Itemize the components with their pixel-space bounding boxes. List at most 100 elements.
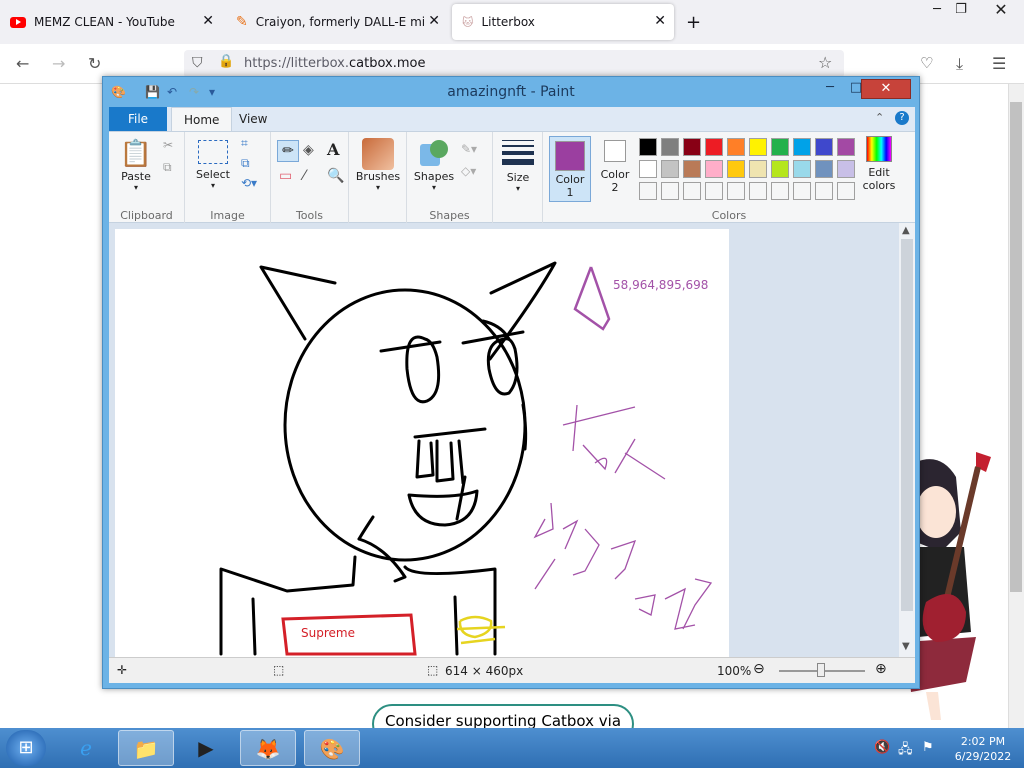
palette-swatch[interactable] — [683, 160, 701, 178]
back-arrow-icon[interactable]: ← — [16, 54, 29, 73]
system-clock[interactable]: 2:02 PM 6/29/2022 — [950, 734, 1016, 764]
shield-icon[interactable]: ⛉ — [192, 55, 203, 71]
paint-taskbar-icon[interactable]: 🎨 — [304, 730, 360, 766]
palette-swatch[interactable] — [661, 160, 679, 178]
browser-restore-button[interactable]: ❐ — [944, 0, 978, 22]
start-button[interactable]: ⊞ — [6, 730, 46, 766]
shapes-button[interactable]: Shapes ▾ — [411, 138, 457, 192]
network-icon[interactable]: 🖧 — [898, 740, 913, 762]
color1-button[interactable]: Color 1 — [549, 136, 591, 202]
custom-color-slot[interactable] — [727, 182, 745, 200]
file-explorer-icon[interactable]: 📁 — [118, 730, 174, 766]
paint-close-button[interactable]: ✕ — [861, 79, 911, 99]
help-icon[interactable]: ? — [895, 111, 909, 125]
palette-swatch[interactable] — [705, 160, 723, 178]
palette-swatch[interactable] — [793, 138, 811, 156]
scroll-up-icon[interactable]: ▲ — [902, 225, 910, 236]
eraser-tool-icon[interactable]: ▭ — [279, 168, 292, 184]
custom-color-slot[interactable] — [705, 182, 723, 200]
palette-swatch[interactable] — [749, 138, 767, 156]
close-tab-icon[interactable]: ✕ — [428, 13, 440, 29]
edit-colors-button[interactable]: Edit colors — [855, 136, 903, 192]
palette-swatch[interactable] — [705, 138, 723, 156]
cut-icon[interactable]: ✂ — [163, 138, 173, 152]
palette-swatch[interactable] — [727, 160, 745, 178]
fill-tool-icon[interactable]: ◈ — [303, 142, 314, 158]
palette-swatch[interactable] — [771, 138, 789, 156]
palette-swatch[interactable] — [815, 160, 833, 178]
download-icon[interactable]: ⤓ — [956, 54, 963, 74]
custom-color-slot[interactable] — [639, 182, 657, 200]
palette-swatch[interactable] — [793, 160, 811, 178]
color-picker-icon[interactable]: ⁄ — [303, 168, 305, 184]
close-tab-icon[interactable]: ✕ — [202, 13, 214, 29]
text-tool-icon[interactable]: A — [327, 140, 339, 159]
palette-swatch[interactable] — [837, 138, 855, 156]
close-tab-icon[interactable]: ✕ — [654, 13, 666, 29]
palette-swatch[interactable] — [815, 138, 833, 156]
reload-icon[interactable]: ↻ — [88, 54, 101, 73]
save-icon[interactable]: 💾 — [145, 85, 160, 99]
zoom-slider-thumb[interactable] — [817, 663, 825, 677]
paint-minimize-button[interactable]: ─ — [817, 79, 843, 99]
redo-icon[interactable]: ↷ — [189, 85, 199, 99]
browser-close-button[interactable]: ✕ — [984, 0, 1018, 22]
fill-icon[interactable]: ◇▾ — [461, 164, 476, 178]
crop-icon[interactable]: ⌗ — [241, 136, 248, 151]
brushes-button[interactable]: Brushes ▾ — [355, 138, 401, 192]
menu-icon[interactable]: ☰ — [992, 54, 1006, 73]
new-tab-button[interactable]: + — [678, 4, 712, 40]
color2-button[interactable]: Color 2 — [595, 140, 635, 194]
forward-arrow-icon[interactable]: → — [52, 54, 65, 73]
action-center-icon[interactable]: ⚑ — [922, 740, 934, 755]
url-text[interactable]: https://litterbox.catbox.moe — [244, 56, 425, 71]
palette-swatch[interactable] — [771, 160, 789, 178]
custom-color-slot[interactable] — [683, 182, 701, 200]
zoom-in-icon[interactable]: ⊕ — [875, 661, 887, 677]
palette-swatch[interactable] — [639, 160, 657, 178]
lock-icon[interactable]: 🔒 — [218, 54, 234, 69]
zoom-out-icon[interactable]: ⊖ — [753, 661, 765, 677]
copy-icon[interactable]: ⧉ — [163, 160, 172, 175]
palette-swatch[interactable] — [749, 160, 767, 178]
scroll-down-icon[interactable]: ▼ — [902, 641, 910, 652]
collapse-ribbon-icon[interactable]: ⌃ — [875, 111, 884, 124]
paste-button[interactable]: 📋 Paste ▾ — [115, 138, 157, 192]
select-button[interactable]: Select ▾ — [193, 140, 233, 190]
custom-color-slot[interactable] — [815, 182, 833, 200]
custom-color-slot[interactable] — [749, 182, 767, 200]
media-player-icon[interactable]: ▶ — [178, 730, 234, 766]
undo-icon[interactable]: ↶ — [167, 85, 177, 99]
palette-swatch[interactable] — [661, 138, 679, 156]
tab-litterbox[interactable]: 🐱 Litterbox ✕ — [452, 4, 674, 40]
custom-color-slot[interactable] — [793, 182, 811, 200]
pocket-icon[interactable]: ♡ — [920, 54, 933, 72]
palette-swatch[interactable] — [639, 138, 657, 156]
custom-color-slot[interactable] — [837, 182, 855, 200]
tab-craiyon[interactable]: ✎ Craiyon, formerly DALL-E mini ✕ — [226, 4, 448, 40]
palette-swatch[interactable] — [683, 138, 701, 156]
bookmark-star-icon[interactable]: ☆ — [818, 53, 832, 72]
custom-color-slot[interactable] — [661, 182, 679, 200]
page-scrollbar-thumb[interactable] — [1010, 102, 1022, 592]
tab-memz-youtube[interactable]: MEMZ CLEAN - YouTube ✕ — [0, 4, 222, 40]
internet-explorer-icon[interactable]: ℯ — [58, 730, 114, 766]
tab-file[interactable]: File — [109, 107, 167, 131]
palette-swatch[interactable] — [837, 160, 855, 178]
url-bar[interactable]: ⛉ 🔒 https://litterbox.catbox.moe ☆ — [184, 50, 844, 78]
volume-muted-icon[interactable]: 🔇 — [874, 740, 890, 755]
pencil-tool-icon[interactable]: ✏ — [277, 140, 299, 162]
outline-icon[interactable]: ✎▾ — [461, 142, 477, 156]
tab-home[interactable]: Home — [171, 107, 233, 131]
resize-icon[interactable]: ⧉ — [241, 156, 250, 171]
canvas-scrollbar-thumb[interactable] — [901, 239, 913, 611]
tab-view[interactable]: View — [227, 107, 279, 131]
size-button[interactable]: Size ▾ — [497, 140, 539, 193]
customize-qat-icon[interactable]: ▾ — [209, 85, 215, 99]
drawing-canvas[interactable]: Supreme 58,964,895,698 — [115, 229, 729, 657]
magnifier-icon[interactable]: 🔍 — [327, 168, 344, 184]
paint-app-icon[interactable]: 🎨 — [111, 85, 126, 99]
firefox-icon[interactable]: 🦊 — [240, 730, 296, 766]
rotate-icon[interactable]: ⟲▾ — [241, 176, 257, 190]
palette-swatch[interactable] — [727, 138, 745, 156]
